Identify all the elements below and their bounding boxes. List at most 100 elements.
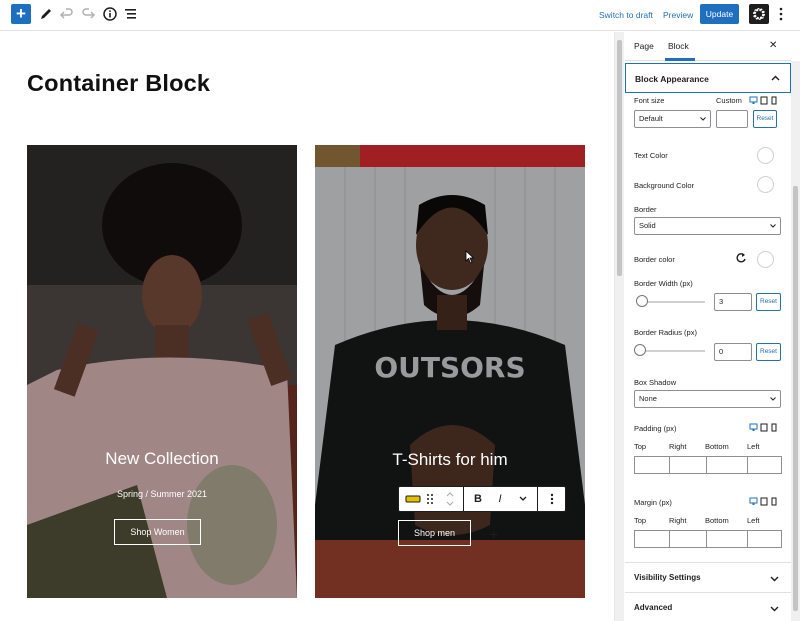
- bold-button[interactable]: B: [467, 487, 489, 511]
- padding-left-label: Left: [747, 442, 760, 451]
- padding-left-input[interactable]: [747, 456, 782, 474]
- settings-button[interactable]: [749, 4, 769, 24]
- block-toolbar: B I: [398, 486, 566, 512]
- padding-right-input[interactable]: [669, 456, 707, 474]
- margin-top-label: Top: [634, 516, 647, 525]
- button-block-icon[interactable]: [402, 487, 424, 511]
- sidebar-scroll-thumb[interactable]: [793, 186, 798, 611]
- border-color-swatch[interactable]: [757, 251, 774, 268]
- padding-label: Padding (px): [634, 424, 677, 433]
- border-width-label: Border Width (px): [634, 279, 693, 288]
- drag-handle-icon[interactable]: [424, 487, 436, 511]
- custom-label: Custom: [716, 96, 742, 105]
- reset-color-icon[interactable]: [735, 252, 747, 264]
- pencil-icon[interactable]: [38, 6, 54, 22]
- toolbar-separator: [537, 487, 538, 511]
- text-color-label: Text Color: [634, 151, 668, 160]
- chevron-up-icon: [771, 75, 780, 81]
- border-radius-slider-track[interactable]: [637, 350, 705, 352]
- card-heading[interactable]: New Collection: [27, 449, 297, 469]
- sidebar-tabs: Page Block ✕: [625, 32, 791, 61]
- border-style-select[interactable]: Solid: [634, 217, 781, 235]
- block-options-icon[interactable]: [541, 487, 563, 511]
- margin-top-input[interactable]: [634, 530, 670, 548]
- border-style-value: Solid: [639, 221, 656, 230]
- font-size-reset-button[interactable]: Reset: [753, 110, 777, 128]
- block-appearance-panel-toggle[interactable]: Block Appearance: [625, 63, 791, 93]
- border-width-input[interactable]: 3: [714, 293, 752, 311]
- card-subheading[interactable]: Spring / Summer 2021: [27, 489, 297, 499]
- toolbar-separator: [463, 487, 464, 511]
- move-up-down-icon[interactable]: [441, 487, 459, 511]
- font-size-value: Default: [639, 114, 663, 123]
- custom-font-size-input[interactable]: [716, 110, 748, 128]
- font-size-label: Font size: [634, 96, 665, 105]
- background-color-swatch[interactable]: [757, 176, 774, 193]
- container-card-women[interactable]: New Collection Spring / Summer 2021 Shop…: [27, 145, 297, 598]
- gear-icon: [752, 7, 766, 21]
- sidebar-scrollbar[interactable]: [791, 61, 800, 621]
- chevron-down-icon: [770, 576, 779, 582]
- preview-link[interactable]: Preview: [663, 10, 693, 20]
- add-block-button[interactable]: +: [11, 4, 31, 24]
- padding-bottom-input[interactable]: [706, 456, 748, 474]
- font-size-select[interactable]: Default: [634, 110, 711, 128]
- margin-device-toggle-icons[interactable]: [749, 497, 781, 506]
- padding-bottom-label: Bottom: [705, 442, 729, 451]
- editor-top-toolbar: + Switch to draft Preview Update: [0, 0, 800, 31]
- chevron-down-icon: [770, 397, 776, 401]
- margin-left-label: Left: [747, 516, 760, 525]
- background-color-label: Background Color: [634, 181, 695, 190]
- shop-men-button[interactable]: Shop men: [398, 520, 471, 546]
- list-view-icon[interactable]: [123, 6, 139, 22]
- more-options-icon[interactable]: [776, 6, 786, 22]
- container-card-men[interactable]: OUTSORS T-Shirts for him Shop men: [315, 145, 585, 598]
- border-radius-slider-handle[interactable]: [634, 344, 646, 356]
- shop-women-button[interactable]: Shop Women: [114, 519, 201, 545]
- info-icon[interactable]: [102, 6, 118, 22]
- chevron-down-icon: [770, 224, 776, 228]
- padding-top-label: Top: [634, 442, 647, 451]
- redo-icon[interactable]: [80, 6, 96, 22]
- border-width-slider-handle[interactable]: [636, 295, 648, 307]
- border-radius-input[interactable]: 0: [714, 343, 752, 361]
- margin-label: Margin (px): [634, 498, 672, 507]
- italic-button[interactable]: I: [489, 487, 511, 511]
- card-heading[interactable]: T-Shirts for him: [315, 450, 585, 470]
- border-radius-label: Border Radius (px): [634, 328, 697, 337]
- panel-title: Block Appearance: [635, 74, 709, 84]
- padding-device-toggle-icons[interactable]: [749, 423, 781, 432]
- border-color-label: Border color: [634, 255, 675, 264]
- margin-bottom-input[interactable]: [706, 530, 748, 548]
- advanced-label: Advanced: [634, 603, 673, 612]
- advanced-panel-toggle[interactable]: Advanced: [625, 592, 791, 621]
- page-title[interactable]: Container Block: [27, 70, 210, 97]
- update-button[interactable]: Update: [700, 4, 739, 24]
- text-color-swatch[interactable]: [757, 147, 774, 164]
- margin-right-input[interactable]: [669, 530, 707, 548]
- switch-to-draft-link[interactable]: Switch to draft: [599, 10, 653, 20]
- chevron-down-icon: [770, 606, 779, 612]
- border-radius-reset-button[interactable]: Reset: [756, 343, 781, 361]
- visibility-settings-panel-toggle[interactable]: Visibility Settings: [625, 562, 791, 592]
- editor-canvas: Container Block New Collection Spring / …: [0, 32, 614, 621]
- canvas-scrollbar[interactable]: [614, 32, 624, 621]
- canvas-scroll-thumb[interactable]: [617, 40, 622, 276]
- box-shadow-select[interactable]: None: [634, 390, 781, 408]
- undo-icon[interactable]: [59, 6, 75, 22]
- border-label: Border: [634, 205, 657, 214]
- margin-bottom-label: Bottom: [705, 516, 729, 525]
- tab-block[interactable]: Block: [668, 41, 689, 51]
- margin-left-input[interactable]: [747, 530, 782, 548]
- device-toggle-icons[interactable]: [749, 96, 781, 105]
- padding-top-input[interactable]: [634, 456, 670, 474]
- close-icon[interactable]: ✕: [769, 40, 777, 51]
- border-width-reset-button[interactable]: Reset: [756, 293, 781, 311]
- mouse-cursor-icon: [465, 250, 475, 264]
- margin-right-label: Right: [669, 516, 687, 525]
- box-shadow-label: Box Shadow: [634, 378, 677, 387]
- insert-block-plus-icon[interactable]: +: [487, 527, 501, 541]
- more-formatting-icon[interactable]: [513, 487, 533, 511]
- tab-page[interactable]: Page: [634, 41, 654, 51]
- visibility-settings-label: Visibility Settings: [634, 573, 701, 582]
